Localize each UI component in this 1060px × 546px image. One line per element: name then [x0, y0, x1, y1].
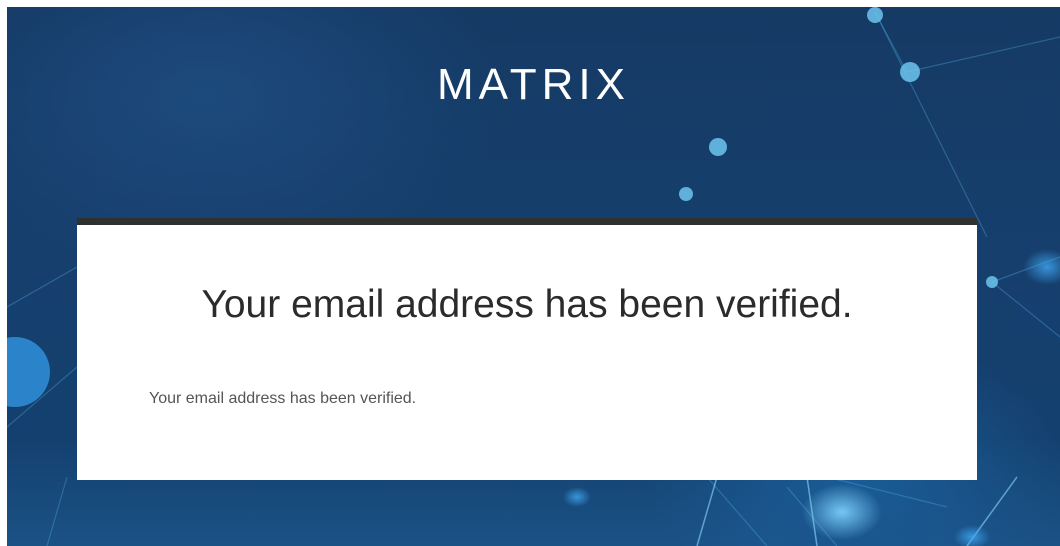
- verification-card: Your email address has been verified. Yo…: [77, 218, 977, 480]
- card-title: Your email address has been verified.: [201, 283, 853, 326]
- brand-logo-text: MATRIX: [437, 60, 630, 109]
- card-message: Your email address has been verified.: [149, 390, 417, 407]
- page: MATRIX Your email address has been verif…: [0, 0, 1060, 546]
